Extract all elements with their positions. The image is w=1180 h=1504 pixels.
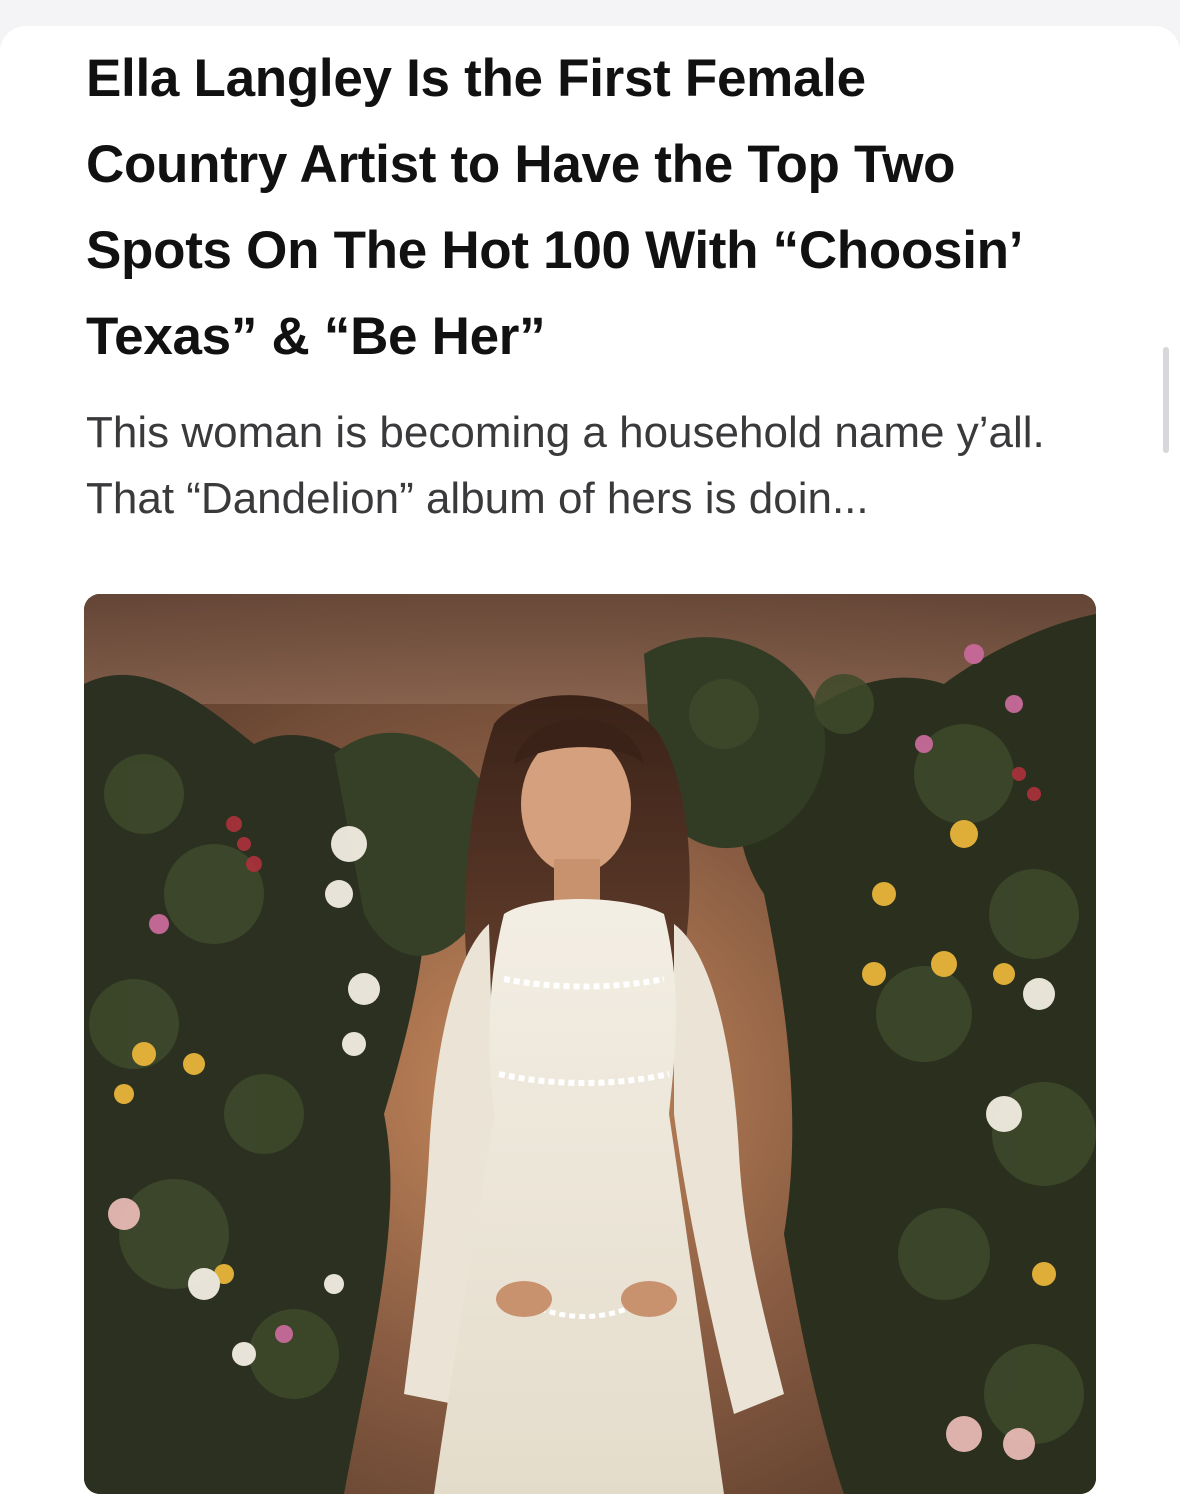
scroll-indicator: [1163, 347, 1169, 453]
photo-illustration: [84, 594, 1096, 1494]
article-headline[interactable]: Ella Langley Is the First Female Country…: [86, 36, 1046, 380]
article-photo[interactable]: [84, 594, 1096, 1494]
article-summary: This woman is becoming a household name …: [86, 408, 1045, 523]
article-card[interactable]: Ella Langley Is the First Female Country…: [0, 26, 1180, 1504]
